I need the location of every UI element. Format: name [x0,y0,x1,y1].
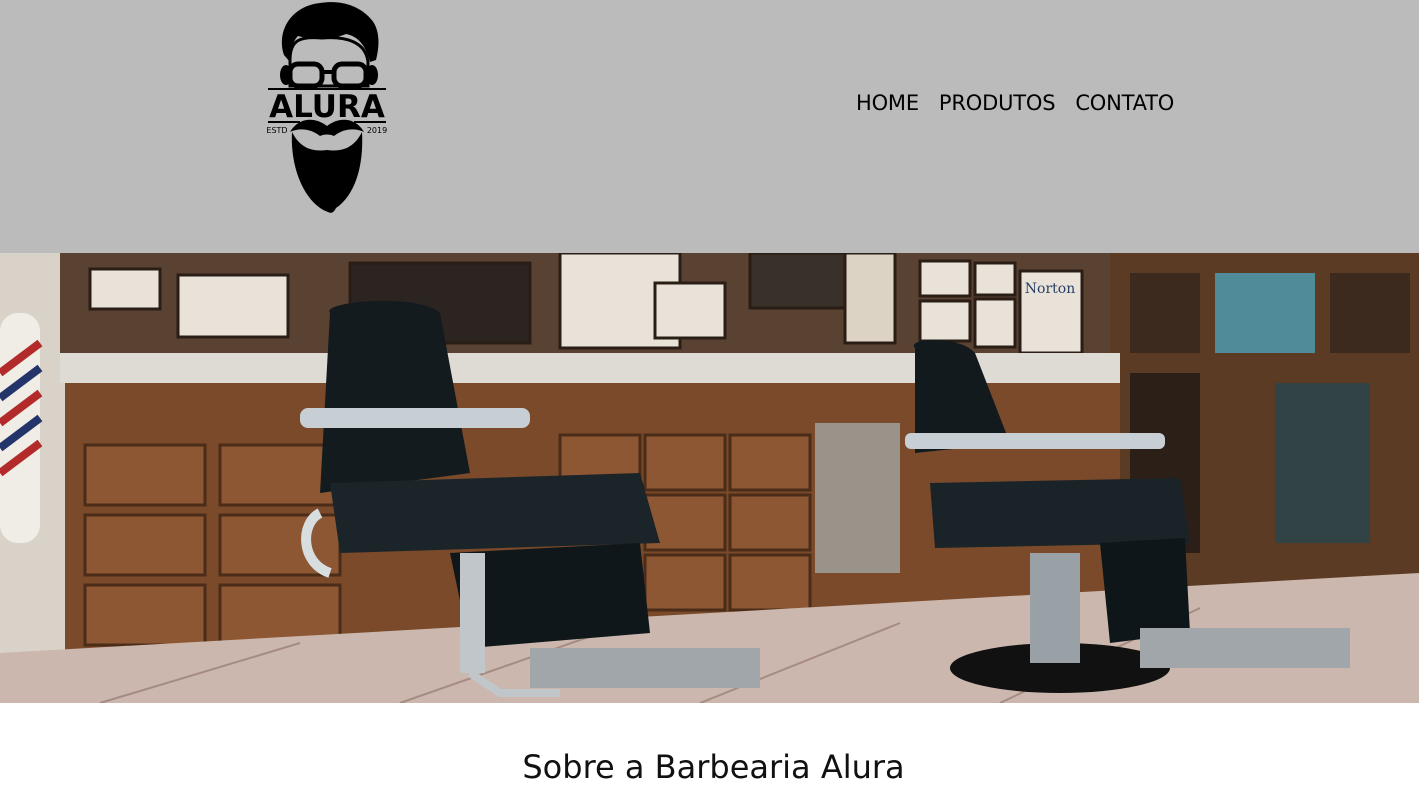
logo-estd: ESTD [266,126,287,135]
nav-contato-link[interactable]: CONTATO [1075,89,1174,117]
hero-banner-image: Norton [0,253,1419,703]
alura-logo[interactable]: ALURA ESTD 2019 [262,0,392,215]
about-section-title: Sobre a Barbearia Alura [522,748,905,786]
nav-home-link[interactable]: HOME [856,89,919,117]
hero-sign-text: Norton [1025,281,1075,297]
logo-year: 2019 [367,126,387,135]
nav-produtos-link[interactable]: PRODUTOS [939,89,1056,117]
logo-wordmark: ALURA [269,89,385,125]
main-nav: HOME PRODUTOS CONTATO [856,89,1174,117]
site-header: ALURA ESTD 2019 HOME PRODUTOS CONTATO [0,0,1419,253]
bearded-man-icon: ALURA ESTD 2019 [266,2,387,213]
